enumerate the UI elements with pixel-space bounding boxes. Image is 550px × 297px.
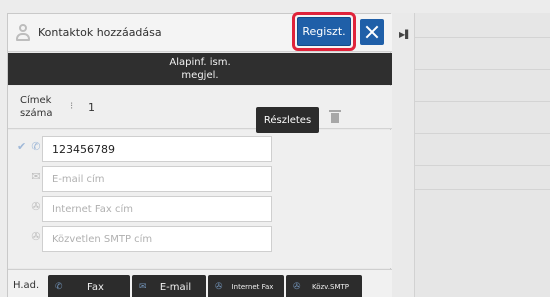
dialog-title: Kontaktok hozzáadása xyxy=(38,26,162,39)
tab-email[interactable]: ✉ E-mail xyxy=(132,275,206,297)
panel-divider xyxy=(415,133,550,134)
smtp-icon: ✇ xyxy=(31,230,41,243)
panel-divider xyxy=(415,69,550,70)
tab-fax[interactable]: ✆ Fax xyxy=(48,275,130,297)
address-count-label: Címek száma xyxy=(20,95,53,119)
phone-icon: ✆ xyxy=(55,282,63,292)
register-button[interactable]: Regiszt. xyxy=(297,17,351,46)
panel-divider xyxy=(415,189,550,190)
phone-icon: ✆ xyxy=(31,140,41,153)
close-button[interactable] xyxy=(360,19,384,45)
tabbar-label: H.ad. xyxy=(13,280,40,291)
collapse-arrow-icon: ▶▌ xyxy=(399,30,412,39)
basic-info-label-line1: Alapinf. ism. xyxy=(169,57,231,68)
panel-collapse-button[interactable]: ▶▌ xyxy=(392,13,415,297)
address-count-value: 1 xyxy=(88,101,95,114)
screen: Kontaktok hozzáadása Alapinf. ism. megje… xyxy=(0,0,550,297)
envelope-icon: ✉ xyxy=(31,170,41,183)
smtp-icon: ✇ xyxy=(293,282,301,292)
user-icon xyxy=(15,24,31,42)
panel-divider xyxy=(415,165,550,166)
add-contact-dialog: Kontaktok hozzáadása Alapinf. ism. megje… xyxy=(7,13,392,297)
basic-info-toggle[interactable]: Alapinf. ism. megjel. xyxy=(8,53,392,85)
tab-internet-fax[interactable]: ✇ Internet Fax xyxy=(208,275,284,297)
fax-number-field[interactable]: 123456789 xyxy=(42,136,272,162)
count-separator: ⁝ xyxy=(70,101,74,112)
address-type-tabbar: H.ad. ✆ Fax ✉ E-mail ✇ Internet Fax ✇ Kö… xyxy=(8,269,392,297)
close-icon xyxy=(366,26,378,38)
internet-fax-field[interactable]: Internet Fax cím xyxy=(42,196,272,222)
trash-icon[interactable] xyxy=(329,110,341,124)
panel-divider xyxy=(415,101,550,102)
internet-fax-icon: ✇ xyxy=(215,282,223,292)
check-icon: ✔ xyxy=(17,140,27,153)
tab-direct-smtp[interactable]: ✇ Közv.SMTP xyxy=(286,275,362,297)
email-field[interactable]: E-mail cím xyxy=(42,166,272,192)
internet-fax-icon: ✇ xyxy=(31,200,41,213)
basic-info-label-line2: megjel. xyxy=(181,70,219,81)
panel-divider xyxy=(415,37,550,38)
details-button[interactable]: Részletes xyxy=(256,107,319,133)
right-side-panel xyxy=(392,13,550,297)
envelope-icon: ✉ xyxy=(139,282,147,292)
smtp-field[interactable]: Közvetlen SMTP cím xyxy=(42,226,272,252)
address-form: ✔ ✆ 123456789 ✉ E-mail cím ✇ Internet Fa… xyxy=(8,130,392,268)
